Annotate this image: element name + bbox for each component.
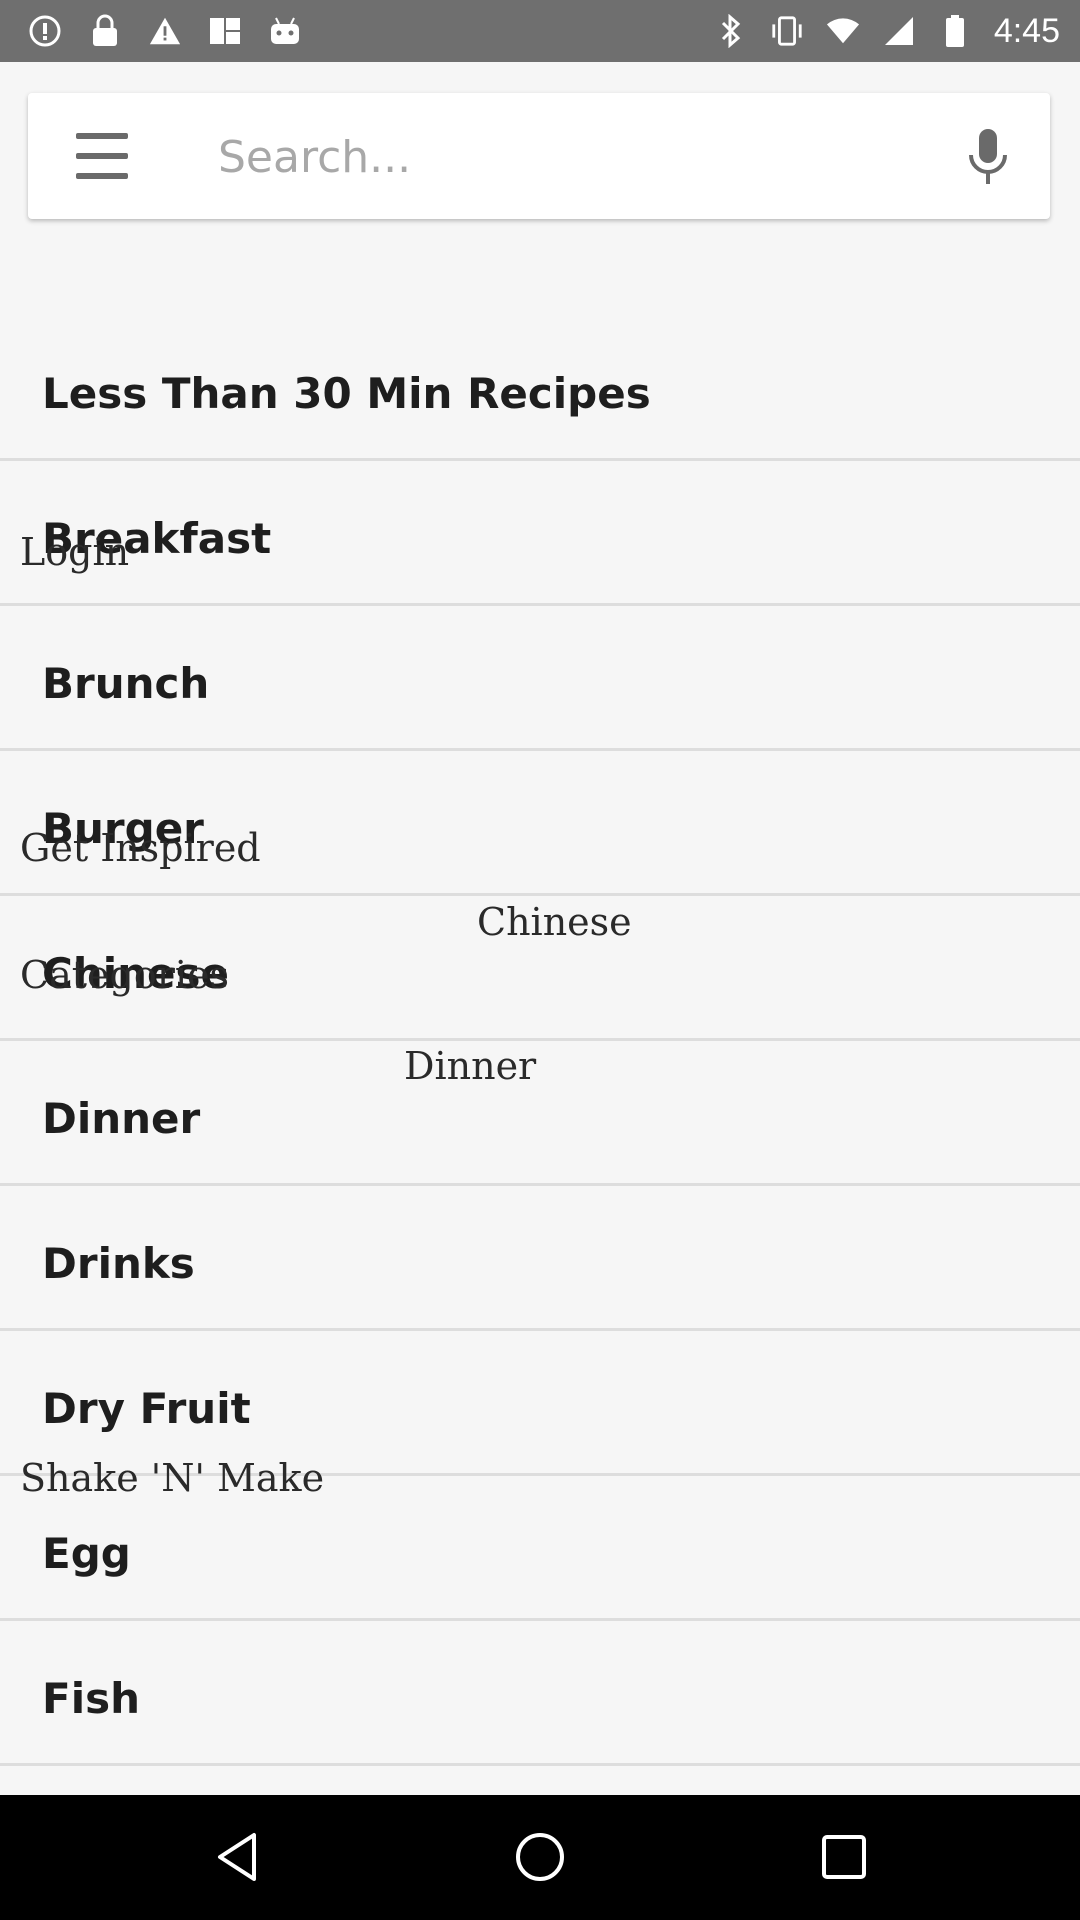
back-icon[interactable] [208, 1827, 268, 1887]
list-item-less-than-30-min[interactable]: Less Than 30 Min Recipes [0, 243, 1080, 461]
fake-gps-icon [208, 14, 242, 48]
list-item-label: Less Than 30 Min Recipes [42, 369, 651, 418]
search-input[interactable] [216, 117, 940, 197]
shake-n-make-link[interactable]: Shake 'N' Make [20, 1456, 324, 1500]
search-bar [28, 93, 1050, 219]
list-item-dry-fruit[interactable]: Dry Fruit [0, 1331, 1080, 1476]
status-bar-left [28, 0, 302, 62]
list-item-dinner[interactable]: Dinner [0, 1041, 1080, 1186]
login-link[interactable]: Login [20, 530, 129, 574]
status-time: 4:45 [993, 11, 1060, 50]
list-item-brunch[interactable]: Brunch [0, 606, 1080, 751]
hamburger-menu-icon[interactable] [76, 131, 128, 181]
microphone-icon[interactable] [966, 127, 1010, 187]
vibrate-icon [770, 14, 804, 48]
list-item-drinks[interactable]: Drinks [0, 1186, 1080, 1331]
list-item-label: Dry Fruit [42, 1384, 251, 1433]
status-bar: 4:45 [0, 0, 1080, 62]
android-icon [268, 14, 302, 48]
list-item-label: Brunch [42, 659, 210, 708]
list-item-label: Drinks [42, 1239, 195, 1288]
signal-icon [882, 14, 916, 48]
list-item-breakfast[interactable]: Breakfast [0, 461, 1080, 606]
battery-icon [938, 14, 972, 48]
category-list: Less Than 30 Min Recipes Breakfast Brunc… [0, 243, 1080, 1766]
list-item-label: Fish [42, 1674, 140, 1723]
list-item-fish[interactable]: Fish [0, 1621, 1080, 1766]
warning-icon [148, 14, 182, 48]
list-item-burger[interactable]: Burger [0, 751, 1080, 896]
home-icon[interactable] [510, 1827, 570, 1887]
navigation-bar [0, 1795, 1080, 1920]
wifi-icon [826, 14, 860, 48]
recents-icon[interactable] [814, 1827, 874, 1887]
bluetooth-icon [714, 14, 748, 48]
alert-circle-icon [28, 14, 62, 48]
dinner-overlay-text[interactable]: Dinner [404, 1044, 536, 1088]
list-item-label: Egg [42, 1529, 131, 1578]
status-bar-right: 4:45 [714, 0, 1060, 62]
categories-link[interactable]: Categories [20, 953, 229, 997]
lock-icon [88, 14, 122, 48]
get-inspired-link[interactable]: Get Inspired [20, 826, 261, 870]
chinese-overlay-text[interactable]: Chinese [477, 900, 632, 944]
list-item-label: Dinner [42, 1094, 201, 1143]
